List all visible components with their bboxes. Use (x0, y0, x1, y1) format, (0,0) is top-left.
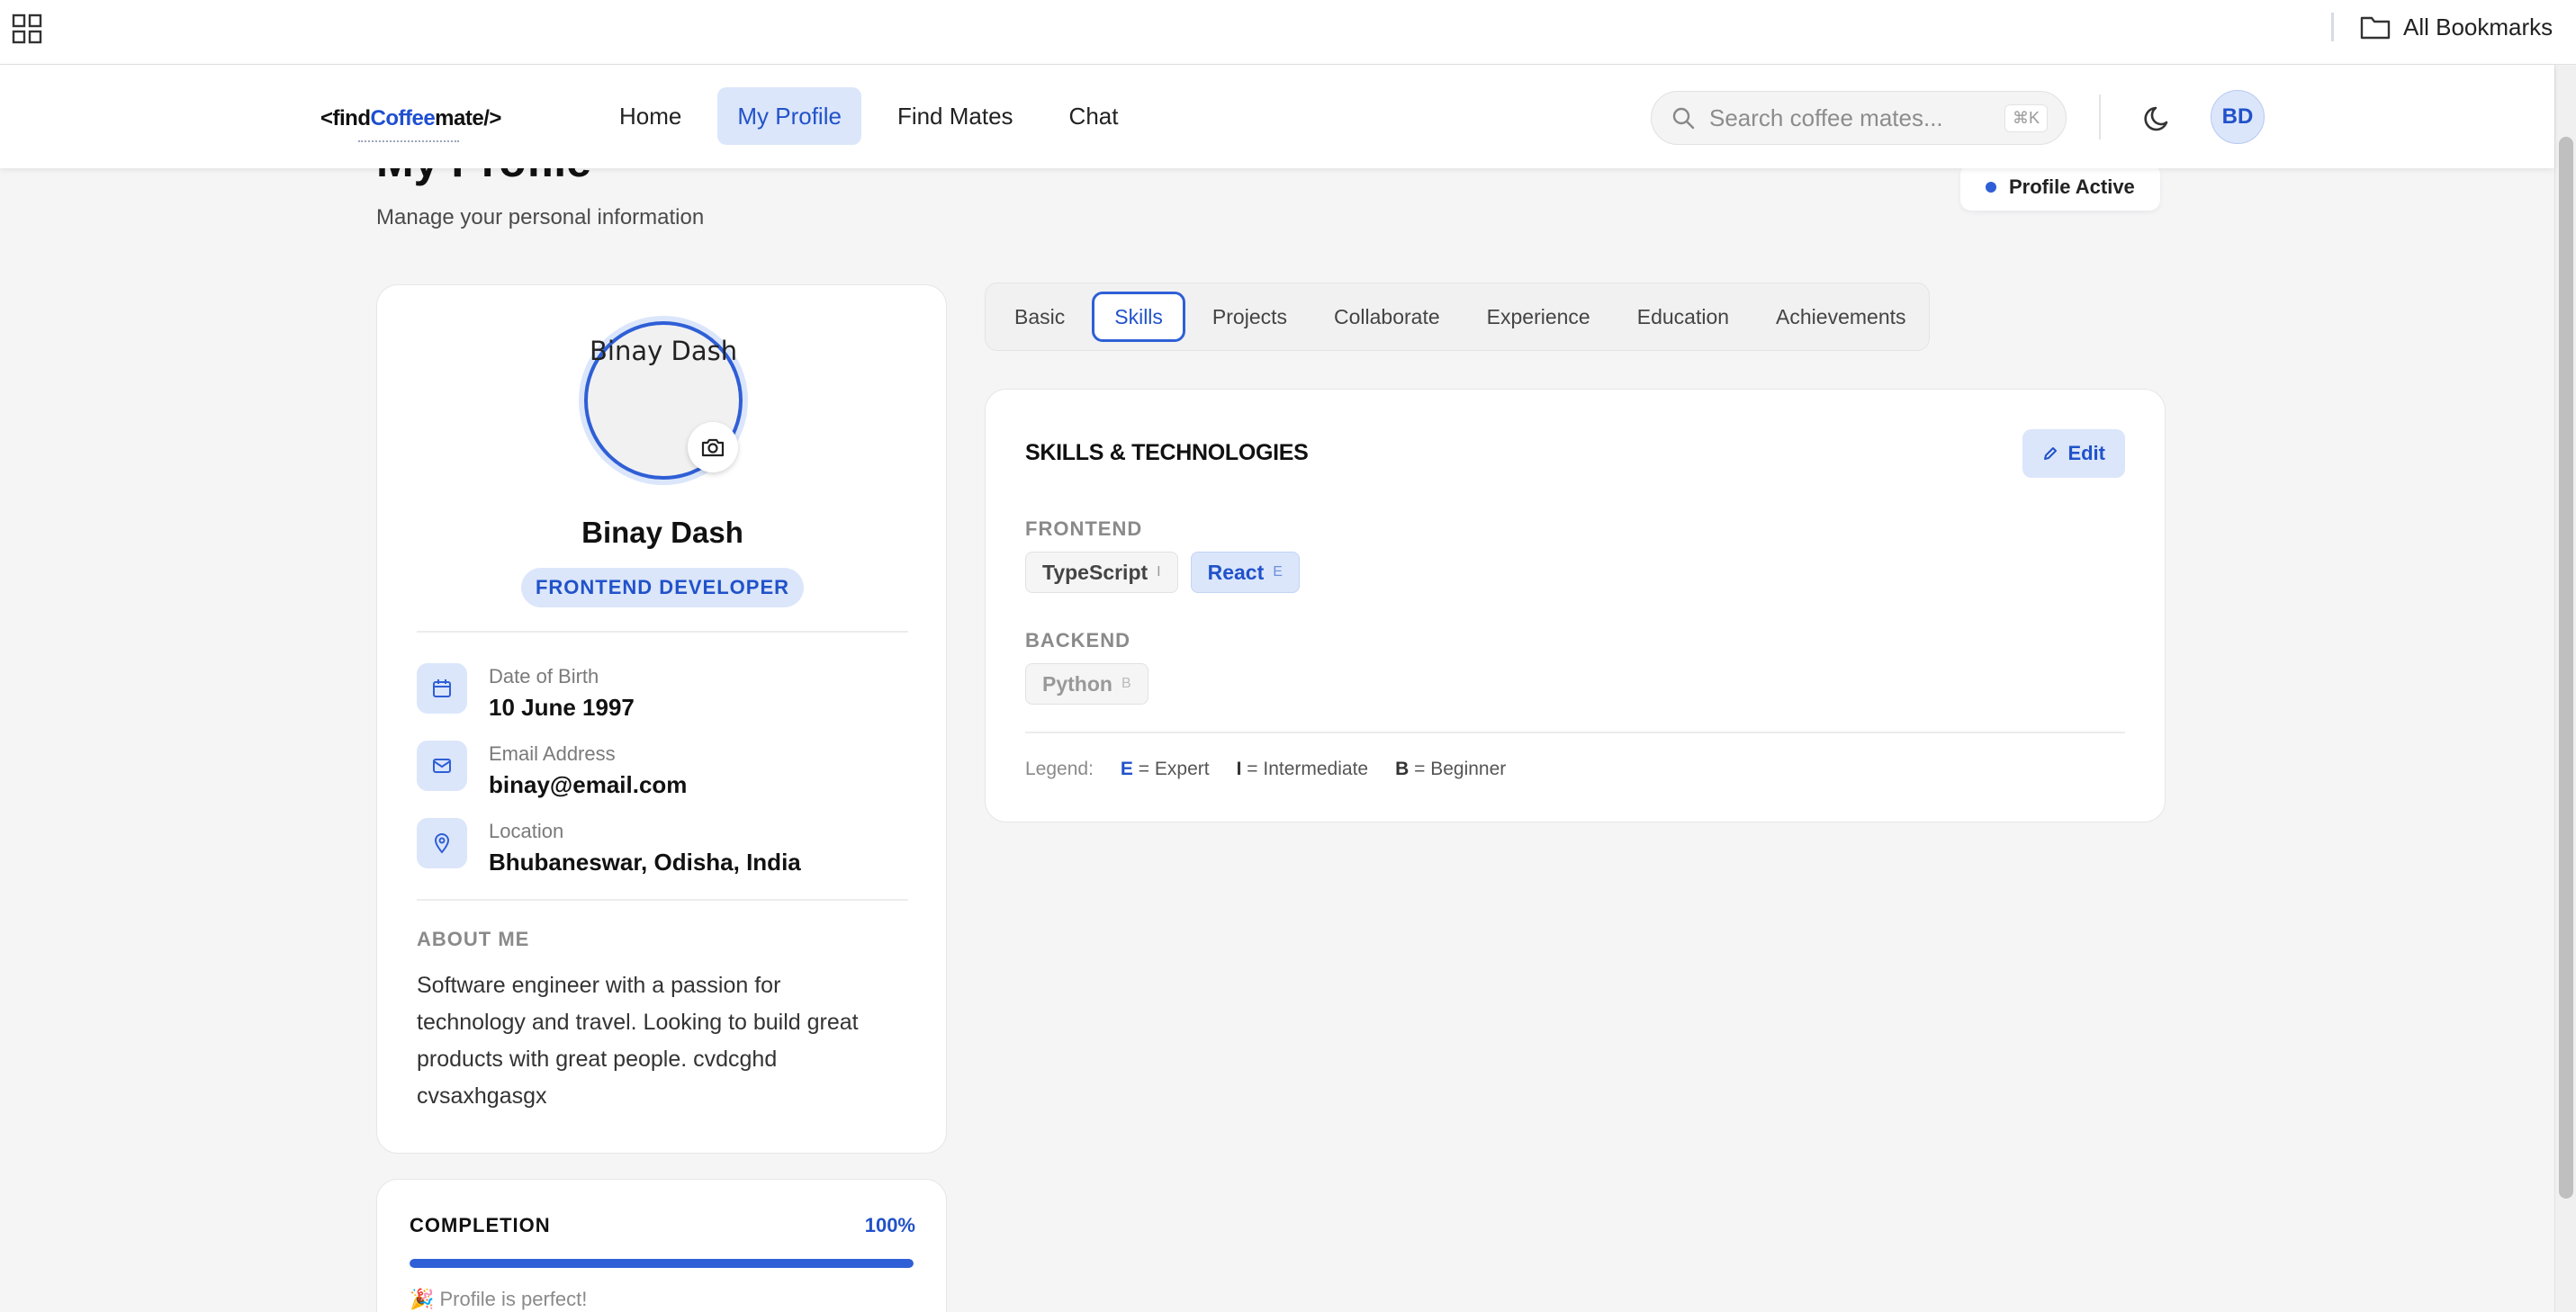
email-label: Email Address (489, 742, 616, 765)
tab-experience[interactable]: Experience (1467, 292, 1610, 342)
completion-card: COMPLETION 100% 🎉 Profile is perfect! (376, 1179, 947, 1312)
mail-icon (417, 741, 467, 791)
skill-chip[interactable]: Python B (1025, 663, 1148, 705)
skill-chip[interactable]: TypeScript I (1025, 552, 1178, 593)
skill-name: Python (1042, 671, 1112, 696)
role-badge: FRONTEND DEVELOPER (521, 568, 804, 607)
divider (417, 631, 908, 633)
legend-text: = Expert (1138, 759, 1210, 779)
pencil-icon (2044, 447, 2058, 460)
tab-achievements[interactable]: Achievements (1756, 292, 1925, 342)
profile-tabs: Basic Skills Projects Collaborate Experi… (985, 283, 1930, 351)
legend-expert: E = Expert (1121, 759, 1210, 780)
location-pin-icon (417, 818, 467, 868)
skill-name: React (1207, 560, 1265, 584)
completion-heading: COMPLETION (410, 1214, 551, 1236)
tab-education[interactable]: Education (1617, 292, 1749, 342)
skill-category-frontend: FRONTEND (1025, 517, 1143, 540)
legend-key: I (1236, 759, 1242, 779)
apps-grid-icon[interactable] (11, 13, 43, 45)
about-text: Software engineer with a passion for tec… (417, 973, 859, 1109)
logo[interactable]: <findCoffeemate/> (320, 106, 501, 131)
tab-basic[interactable]: Basic (995, 292, 1085, 342)
header-divider (2099, 94, 2101, 139)
bookmarks-bar: All Bookmarks (0, 0, 2576, 65)
search-placeholder: Search coffee mates... (1709, 103, 1943, 131)
skills-card: SKILLS & TECHNOLOGIES Edit FRONTEND Type… (985, 389, 2166, 822)
all-bookmarks-label: All Bookmarks (2403, 13, 2553, 40)
legend-intermediate: I = Intermediate (1237, 759, 1369, 780)
email-row: Email Address binay@email.com (417, 741, 687, 799)
location-value: Bhubaneswar, Odisha, India (489, 849, 801, 876)
logo-coffee: Coffee (370, 106, 436, 130)
all-bookmarks-button[interactable]: All Bookmarks (2360, 11, 2553, 43)
nav-chat[interactable]: Chat (1049, 87, 1139, 145)
profile-status-badge: Profile Active (1960, 164, 2160, 211)
completion-progress-fill (410, 1259, 914, 1268)
backend-skill-list: Python B (1025, 663, 1148, 705)
legend-beginner: B = Beginner (1395, 759, 1506, 780)
tab-skills[interactable]: Skills (1092, 292, 1185, 342)
search-shortcut-badge: ⌘K (2004, 104, 2048, 132)
app-header: <findCoffeemate/> Home My Profile Find M… (0, 65, 2554, 168)
location-label: Location (489, 820, 564, 842)
logo-suffix: mate/> (435, 106, 501, 130)
camera-icon (701, 438, 725, 457)
legend-label: Legend: (1025, 759, 1094, 779)
skill-level: E (1273, 564, 1283, 580)
main-nav: Home My Profile Find Mates Chat (599, 87, 1138, 145)
dob-row: Date of Birth 10 June 1997 (417, 663, 635, 722)
user-avatar[interactable]: BD (2211, 90, 2265, 144)
edit-label: Edit (2067, 442, 2105, 464)
logo-underline (358, 137, 459, 142)
edit-skills-button[interactable]: Edit (2022, 429, 2125, 478)
legend-text: = Intermediate (1247, 759, 1369, 779)
skill-level: I (1157, 564, 1161, 580)
scrollbar-thumb[interactable] (2559, 137, 2573, 1199)
profile-photo-alt-text: Binay Dash (590, 336, 738, 366)
legend-text: = Beginner (1414, 759, 1507, 779)
frontend-skill-list: TypeScript I React E (1025, 552, 1300, 593)
search-icon (1672, 107, 1695, 130)
nav-my-profile[interactable]: My Profile (717, 87, 861, 145)
location-row: Location Bhubaneswar, Odisha, India (417, 818, 801, 876)
dob-value: 10 June 1997 (489, 694, 635, 721)
completion-message: 🎉 Profile is perfect! (410, 1288, 588, 1310)
tab-collaborate[interactable]: Collaborate (1314, 292, 1460, 342)
skill-name: TypeScript (1042, 560, 1148, 584)
skill-level: B (1121, 676, 1131, 691)
legend-key: E (1120, 759, 1133, 779)
change-photo-button[interactable] (688, 422, 738, 472)
profile-status-label: Profile Active (2009, 175, 2135, 198)
divider (1025, 732, 2125, 733)
status-dot (1986, 182, 1996, 193)
profile-card: Binay Dash Binay Dash FRONTEND DEVELOPER… (376, 284, 947, 1154)
page-subtitle: Manage your personal information (376, 205, 705, 229)
search-input[interactable]: Search coffee mates... ⌘K (1651, 91, 2067, 145)
email-value: binay@email.com (489, 771, 688, 798)
profile-name: Binay Dash (581, 516, 743, 549)
moon-icon[interactable] (2142, 103, 2175, 135)
folder-icon (2360, 16, 2391, 40)
completion-progress-bar (410, 1259, 914, 1268)
tab-projects[interactable]: Projects (1193, 292, 1307, 342)
logo-prefix: <find (320, 106, 371, 130)
skills-heading: SKILLS & TECHNOLOGIES (1025, 440, 1309, 465)
dob-label: Date of Birth (489, 665, 599, 687)
completion-percent: 100% (864, 1214, 915, 1236)
skill-chip[interactable]: React E (1190, 552, 1300, 593)
legend-key: B (1395, 759, 1410, 779)
bookmarks-divider (2331, 13, 2334, 41)
divider (417, 899, 908, 901)
skill-category-backend: BACKEND (1025, 629, 1130, 652)
calendar-icon (417, 663, 467, 714)
nav-home[interactable]: Home (599, 87, 701, 145)
nav-find-mates[interactable]: Find Mates (878, 87, 1033, 145)
page-scrollbar[interactable] (2554, 65, 2576, 1312)
skill-legend: Legend: E = Expert I = Intermediate B = … (1025, 759, 1506, 780)
about-heading: ABOUT ME (417, 928, 530, 950)
